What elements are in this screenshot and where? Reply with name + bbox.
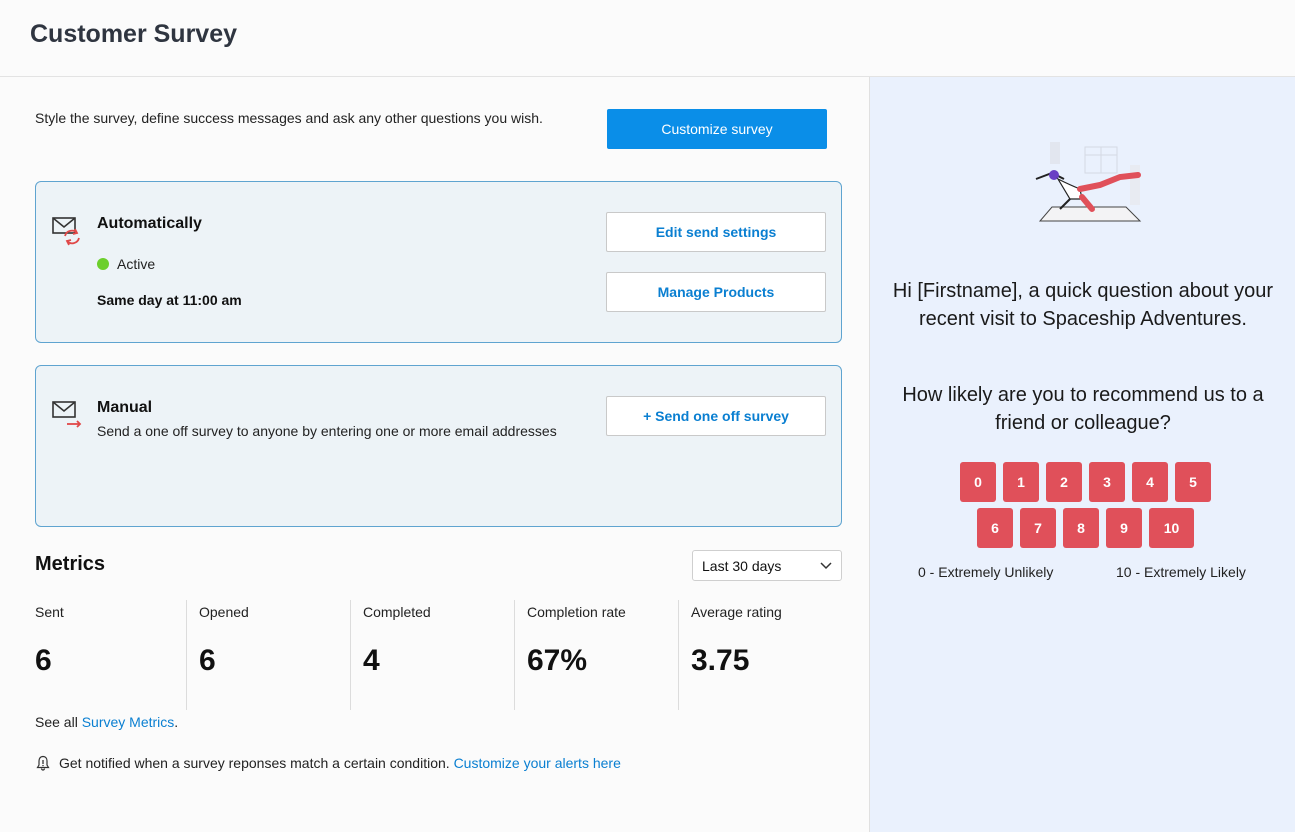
score-button-8[interactable]: 8 — [1063, 508, 1099, 548]
chevron-down-icon — [820, 561, 832, 569]
score-button-2[interactable]: 2 — [1046, 462, 1082, 502]
manage-products-button[interactable]: Manage Products — [606, 272, 826, 312]
metric-opened: Opened 6 — [186, 600, 350, 710]
alert-notice: Get notified when a survey reponses matc… — [35, 755, 621, 771]
metrics-row: Sent 6 Opened 6 Completed 4 Completion r… — [35, 600, 842, 710]
schedule-text: Same day at 11:00 am — [97, 292, 242, 308]
intro-text: Style the survey, define success message… — [35, 110, 543, 126]
metric-label: Average rating — [691, 604, 782, 620]
scale-high-label: 10 - Extremely Likely — [1116, 564, 1246, 580]
automatic-card: Automatically Active Same day at 11:00 a… — [35, 181, 842, 343]
bell-alert-icon — [36, 755, 50, 771]
manual-description: Send a one off survey to anyone by enter… — [97, 423, 557, 439]
customize-survey-button[interactable]: Customize survey — [607, 109, 827, 149]
metric-label: Sent — [35, 604, 64, 620]
date-range-select[interactable]: Last 30 days — [692, 550, 842, 581]
metric-value: 67% — [527, 644, 588, 677]
see-all-text: See all Survey Metrics. — [35, 714, 178, 730]
preview-question: How likely are you to recommend us to a … — [902, 384, 1264, 434]
metric-label: Opened — [199, 604, 249, 620]
metric-completion-rate: Completion rate 67% — [514, 600, 678, 710]
score-button-9[interactable]: 9 — [1106, 508, 1142, 548]
see-all-prefix: See all — [35, 714, 78, 730]
alert-text: Get notified when a survey reponses matc… — [59, 755, 450, 771]
scale-low-label: 0 - Extremely Unlikely — [918, 564, 1054, 580]
customize-alerts-link[interactable]: Customize your alerts here — [454, 755, 621, 771]
score-button-3[interactable]: 3 — [1089, 462, 1125, 502]
date-range-value: Last 30 days — [702, 557, 782, 574]
score-button-7[interactable]: 7 — [1020, 508, 1056, 548]
edit-send-settings-button[interactable]: Edit send settings — [606, 212, 826, 252]
score-row-2: 6 7 8 9 10 — [977, 508, 1194, 548]
send-one-off-survey-button[interactable]: + Send one off survey — [606, 396, 826, 436]
active-dot-icon — [97, 258, 109, 270]
status-label: Active — [117, 256, 156, 272]
see-all-suffix: . — [174, 714, 179, 730]
metric-value: 6 — [35, 644, 52, 677]
page-title: Customer Survey — [30, 20, 238, 48]
metric-value: 6 — [199, 644, 216, 677]
metrics-title: Metrics — [35, 553, 106, 575]
score-button-6[interactable]: 6 — [977, 508, 1013, 548]
preview-greeting: Hi [Firstname], a quick question about y… — [892, 280, 1274, 330]
score-button-0[interactable]: 0 — [960, 462, 996, 502]
manual-email-icon — [52, 401, 82, 428]
survey-preview-panel: Hi [Firstname], a quick question about y… — [869, 77, 1295, 832]
metric-average-rating: Average rating 3.75 — [678, 600, 842, 710]
score-row-1: 0 1 2 3 4 5 — [960, 462, 1211, 502]
metric-value: 3.75 — [691, 644, 750, 677]
metric-label: Completion rate — [527, 604, 626, 620]
page-header: Customer Survey — [0, 0, 1295, 77]
status-badge: Active — [97, 256, 155, 272]
automatic-title: Automatically — [97, 215, 202, 232]
survey-metrics-link[interactable]: Survey Metrics — [82, 714, 175, 730]
score-button-1[interactable]: 1 — [1003, 462, 1039, 502]
metric-sent: Sent 6 — [35, 600, 186, 710]
auto-email-icon — [52, 217, 80, 246]
metric-value: 4 — [363, 644, 380, 677]
score-button-10[interactable]: 10 — [1149, 508, 1194, 548]
metric-label: Completed — [363, 604, 431, 620]
manual-title: Manual — [97, 399, 153, 416]
score-button-5[interactable]: 5 — [1175, 462, 1211, 502]
yoga-illustration-icon — [1035, 142, 1142, 222]
settings-panel: Style the survey, define success message… — [0, 77, 869, 832]
manual-card: Manual Send a one off survey to anyone b… — [35, 365, 842, 527]
metric-completed: Completed 4 — [350, 600, 514, 710]
score-button-4[interactable]: 4 — [1132, 462, 1168, 502]
